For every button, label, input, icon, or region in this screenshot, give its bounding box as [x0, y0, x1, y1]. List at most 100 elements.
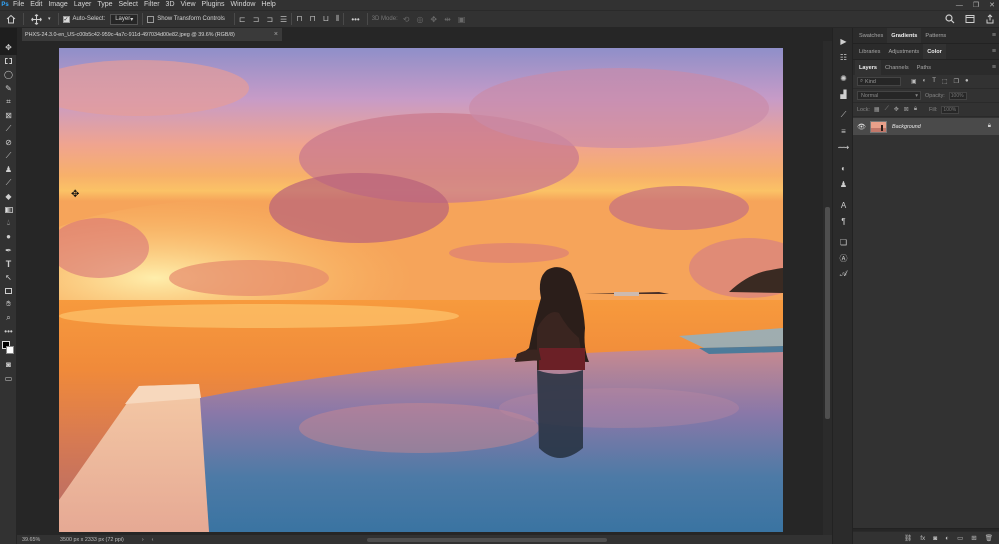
menu-help[interactable]: Help — [258, 0, 278, 10]
histogram-panel-icon[interactable]: ▟ — [833, 86, 854, 102]
align-left-icon[interactable]: ⊏ — [239, 15, 246, 24]
blend-mode-dropdown[interactable]: Normal ▾ — [857, 91, 921, 100]
filter-toggle-icon[interactable]: ● — [965, 78, 969, 85]
zoom-level[interactable]: 39.65% — [22, 537, 60, 543]
3d-pan-icon[interactable]: ✥ — [430, 15, 437, 24]
document-tab[interactable]: PHXS-24.3.0-en_US-c00b5c42-959c-4a7c-911… — [22, 28, 282, 41]
opacity-input[interactable]: 100% — [948, 91, 967, 100]
brushes-panel-icon[interactable]: ⟋ — [833, 107, 854, 123]
edit-toolbar-button[interactable]: ••• — [0, 325, 17, 339]
blur-tool[interactable]: 💧︎ — [0, 217, 17, 231]
fill-input[interactable]: 100% — [941, 105, 960, 114]
link-layers-icon[interactable]: ⛓ — [904, 534, 912, 542]
shapes-panel-icon[interactable]: ◐ — [833, 160, 854, 176]
align-right-icon[interactable]: ⊐ — [266, 15, 273, 24]
character-panel-icon[interactable]: A — [833, 197, 854, 213]
pixel-filter-icon[interactable]: ▣ — [911, 78, 917, 85]
crop-tool[interactable]: ⌗ — [0, 95, 17, 109]
auto-select-checkbox[interactable]: ✓ — [62, 15, 70, 23]
tab-color[interactable]: Color — [923, 44, 946, 59]
menu-edit[interactable]: Edit — [27, 0, 45, 10]
shape-tool[interactable] — [0, 284, 17, 298]
menu-type[interactable]: Type — [94, 0, 115, 10]
frame-tool[interactable]: ⊠ — [0, 109, 17, 123]
healing-brush-tool[interactable]: ⊘ — [0, 136, 17, 150]
close-window-icon[interactable]: ✕ — [989, 1, 995, 9]
workspace-icon[interactable] — [965, 14, 975, 26]
menu-window[interactable]: Window — [228, 0, 259, 10]
search-icon[interactable] — [945, 14, 955, 26]
show-transform-checkbox[interactable] — [147, 15, 155, 23]
align-top-icon[interactable]: ⊓ — [296, 14, 302, 24]
vertical-scrollbar-thumb[interactable] — [825, 207, 830, 419]
type-tool[interactable]: T — [0, 257, 17, 271]
layer-style-icon[interactable]: fx — [920, 535, 925, 542]
distribute-horizontal-icon[interactable]: ☰ — [280, 15, 287, 24]
panel-menu-icon[interactable]: ≡ — [992, 60, 996, 75]
new-layer-icon[interactable]: ⊞ — [971, 534, 976, 542]
tab-channels[interactable]: Channels — [881, 60, 913, 75]
background-color-swatch[interactable] — [6, 346, 14, 354]
pen-tool[interactable]: ✒ — [0, 244, 17, 258]
lasso-tool[interactable]: ◯ — [0, 68, 17, 82]
zoom-tool[interactable]: ⌕ — [0, 311, 17, 325]
marquee-tool[interactable] — [0, 55, 17, 69]
panel-menu-icon[interactable]: ≡ — [992, 28, 996, 43]
horizontal-scrollbar-thumb[interactable] — [367, 538, 607, 542]
lock-all-icon[interactable]: 🔒︎ — [914, 106, 917, 113]
chevron-down-icon[interactable]: ▾ — [48, 16, 51, 22]
learn-panel-icon[interactable]: ♟ — [833, 176, 854, 192]
move-tool[interactable]: ✥ — [0, 41, 17, 55]
clone-stamp-tool[interactable]: ♟ — [0, 163, 17, 177]
brush-tool[interactable]: ⟋ — [0, 149, 17, 163]
add-mask-icon[interactable]: ◙ — [933, 535, 937, 542]
hand-tool[interactable]: ✋︎ — [0, 298, 17, 312]
menu-plugins[interactable]: Plugins — [199, 0, 228, 10]
type-filter-icon[interactable]: T — [932, 78, 936, 85]
paragraph-panel-icon[interactable]: ¶ — [833, 213, 854, 229]
tab-libraries[interactable]: Libraries — [855, 44, 884, 59]
tab-swatches[interactable]: Swatches — [855, 28, 887, 43]
adjustment-layer-icon[interactable]: ◐ — [945, 535, 949, 542]
layer-lock-icon[interactable]: 🔒︎ — [988, 123, 991, 130]
layer-kind-filter[interactable]: ⌕ Kind — [857, 77, 901, 86]
adjustment-filter-icon[interactable]: ◐ — [923, 78, 927, 85]
delete-layer-icon[interactable]: 🗑︎ — [985, 534, 993, 542]
panel-menu-icon[interactable]: ≡ — [992, 44, 996, 59]
vertical-scrollbar[interactable] — [823, 41, 832, 535]
distribute-vertical-icon[interactable]: ⫴ — [336, 14, 339, 24]
screen-mode-button[interactable]: ▭ — [0, 372, 17, 386]
status-arrow-icon[interactable]: › — [142, 537, 144, 543]
quick-selection-tool[interactable]: ✎ — [0, 82, 17, 96]
path-selection-tool[interactable]: ↖ — [0, 271, 17, 285]
3d-scale-icon[interactable]: ▣ — [458, 15, 466, 24]
menu-view[interactable]: View — [178, 0, 199, 10]
adjustments-panel-icon[interactable]: ✺ — [833, 70, 854, 86]
menu-file[interactable]: File — [10, 0, 27, 10]
lock-image-icon[interactable]: ⟋ — [885, 106, 889, 113]
layer-row[interactable]: 👁︎ Background 🔒︎ — [853, 118, 999, 135]
document-image[interactable] — [59, 48, 783, 532]
3d-slide-icon[interactable]: ⇹ — [444, 15, 451, 24]
photoshop-logo-icon[interactable]: Ps — [0, 0, 10, 10]
eraser-tool[interactable]: ◆ — [0, 190, 17, 204]
lock-transparent-icon[interactable]: ▦ — [874, 106, 880, 113]
align-center-horizontal-icon[interactable]: ⊐ — [253, 15, 260, 24]
glyphs-panel-icon[interactable]: ❏ — [833, 234, 854, 250]
shape-filter-icon[interactable]: ⬚ — [942, 78, 948, 85]
home-icon[interactable] — [6, 14, 16, 24]
scroll-left-icon[interactable]: ‹ — [152, 537, 154, 543]
menu-image[interactable]: Image — [45, 0, 70, 10]
share-icon[interactable] — [985, 14, 995, 26]
visibility-eye-icon[interactable]: 👁︎ — [857, 123, 866, 131]
properties-panel-icon[interactable]: ☷ — [833, 49, 854, 65]
gradient-tool[interactable] — [0, 203, 17, 217]
new-group-icon[interactable]: ▭ — [957, 534, 963, 542]
tab-paths[interactable]: Paths — [913, 60, 935, 75]
tab-gradients[interactable]: Gradients — [887, 28, 922, 43]
history-brush-tool[interactable]: ⟋ — [0, 176, 17, 190]
menu-layer[interactable]: Layer — [71, 0, 95, 10]
eyedropper-tool[interactable]: ⟋ — [0, 122, 17, 136]
menu-select[interactable]: Select — [116, 0, 141, 10]
3d-roll-icon[interactable]: ◎ — [416, 15, 423, 24]
